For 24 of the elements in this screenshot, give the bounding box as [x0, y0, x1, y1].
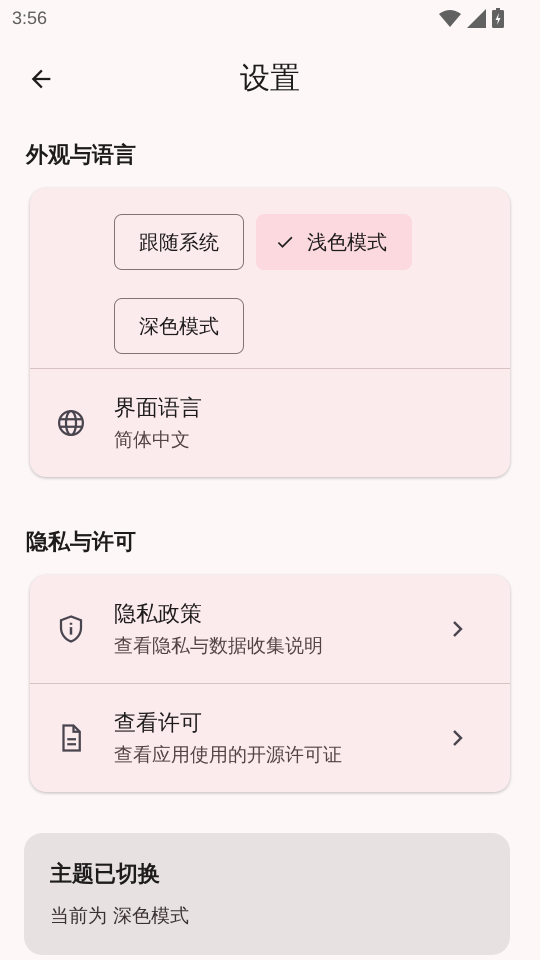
snackbar-message: 当前为 深色模式	[50, 904, 190, 929]
theme-chip[interactable]: 深色模式	[114, 298, 244, 354]
row-title: 查看许可	[114, 710, 203, 738]
settings-row[interactable]: 隐私政策 查看隐私与数据收集说明	[30, 575, 510, 683]
wifi-icon	[439, 9, 461, 27]
settings-row[interactable]: 界面语言 简体中文	[30, 368, 510, 477]
battery-icon	[492, 8, 504, 28]
row-title: 界面语言	[114, 395, 203, 423]
snackbar-title: 主题已切换	[50, 860, 161, 889]
row-title: 隐私政策	[114, 601, 203, 629]
chevron-right-icon	[452, 620, 464, 638]
signal-icon	[467, 8, 486, 28]
settings-row[interactable]: 查看许可 查看应用使用的开源许可证	[30, 683, 510, 792]
chevron-right-icon	[452, 729, 464, 747]
row-subtitle: 查看应用使用的开源许可证	[114, 743, 343, 768]
globe-icon	[56, 408, 86, 438]
section-heading: 外观与语言	[24, 142, 137, 170]
theme-chip[interactable]: 跟随系统	[114, 214, 244, 270]
theme-chip[interactable]: 浅色模式	[256, 214, 412, 270]
row-subtitle: 查看隐私与数据收集说明	[114, 634, 324, 659]
page-title: 设置	[240, 60, 300, 98]
row-subtitle: 简体中文	[114, 428, 191, 453]
status-time: 3:56	[12, 8, 48, 28]
section-heading: 隐私与许可	[25, 529, 137, 557]
